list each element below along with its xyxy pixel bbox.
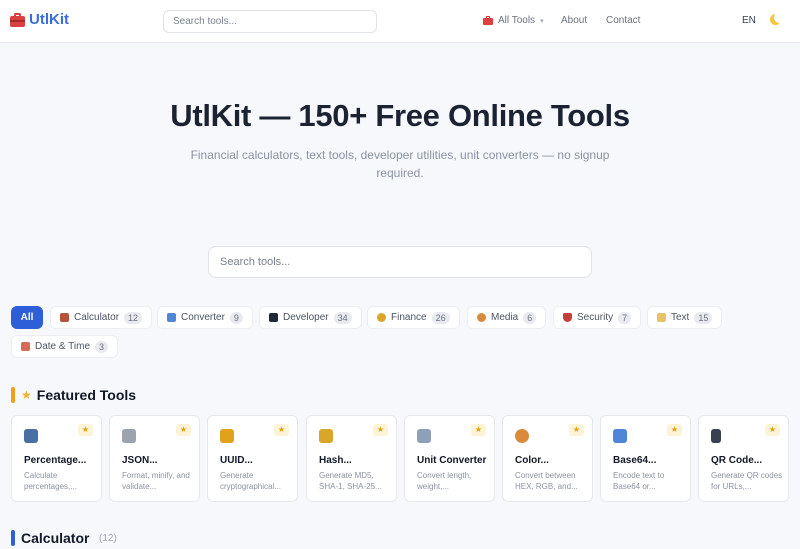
category-label: All: [20, 312, 34, 323]
tool-card-desc: Generate cryptographical...: [220, 471, 281, 491]
clipboard-icon: [122, 429, 136, 443]
favorite-star-icon[interactable]: ★: [78, 424, 93, 436]
tool-card-title: UUID...: [220, 455, 253, 466]
category-label: Media: [491, 312, 519, 323]
category-label: Converter: [181, 312, 225, 323]
tool-card-desc: Generate MD5, SHA-1, SHA-25...: [319, 471, 382, 491]
phone-icon: [711, 429, 721, 443]
category-label: Developer: [283, 312, 329, 323]
site-header: UtlKit All Tools ▾ About Contact EN: [0, 0, 800, 43]
category-media[interactable]: Media 6: [467, 306, 547, 329]
tool-card-title: JSON...: [122, 455, 158, 466]
logo-text: UtlKit: [29, 11, 69, 28]
laptop-icon: [269, 313, 278, 322]
chevron-down-icon: ▾: [540, 17, 544, 25]
palette-icon: [515, 429, 529, 443]
tool-card-title: Hash...: [319, 455, 352, 466]
category-count: 9: [229, 311, 243, 324]
logo[interactable]: UtlKit: [10, 11, 69, 28]
money-bag-icon: [377, 313, 386, 322]
category-label: Finance: [391, 312, 427, 323]
category-label: Text: [671, 312, 690, 323]
favorite-star-icon[interactable]: ★: [667, 424, 682, 436]
header-search-input[interactable]: [163, 10, 377, 33]
favorite-star-icon[interactable]: ★: [765, 424, 780, 436]
category-count: 6: [523, 311, 537, 324]
lock-icon: [319, 429, 333, 443]
shield-icon: [563, 313, 572, 322]
memo-icon: [657, 313, 666, 322]
category-converter[interactable]: Converter 9: [157, 306, 253, 329]
language-switch[interactable]: EN: [742, 15, 756, 26]
tool-card-title: Unit Converter: [417, 455, 487, 466]
tool-card[interactable]: ★ Hash... Generate MD5, SHA-1, SHA-25...: [306, 415, 397, 502]
category-date-time[interactable]: Date & Time 3: [11, 335, 119, 358]
page-title: UtlKit — 150+ Free Online Tools: [170, 98, 630, 133]
tool-card-desc: Convert between HEX, RGB, and...: [515, 471, 578, 491]
calculator-icon: [24, 429, 38, 443]
refresh-icon: [613, 429, 627, 443]
calendar-icon: [21, 342, 30, 351]
category-label: Calculator: [74, 312, 120, 323]
tool-card-desc: Calculate percentages,...: [24, 471, 77, 491]
toolbox-icon: [483, 16, 493, 25]
category-label: Date & Time: [35, 341, 91, 352]
calculator-heading: Calculator: [21, 530, 89, 546]
star-icon: ★: [21, 388, 32, 402]
favorite-star-icon[interactable]: ★: [274, 424, 289, 436]
category-label: Security: [577, 312, 614, 323]
category-text[interactable]: Text 15: [647, 306, 723, 329]
tool-card-title: Base64...: [613, 455, 657, 466]
moon-icon[interactable]: [770, 14, 781, 25]
category-count: 7: [618, 311, 632, 324]
tool-card-desc: Convert length, weight,...: [417, 471, 472, 491]
category-all[interactable]: All: [11, 306, 43, 329]
calculator-title: Calculator: [21, 530, 90, 546]
nav-about[interactable]: About: [561, 15, 587, 26]
nav-all-tools-label: All Tools: [498, 15, 536, 26]
palette-icon: [477, 313, 486, 322]
toolbox-icon: [10, 12, 25, 27]
tool-card[interactable]: ★ JSON... Format, minify, and validate..…: [109, 415, 200, 502]
ruler-icon: [417, 429, 431, 443]
refresh-icon: [167, 313, 176, 322]
nav-contact[interactable]: Contact: [606, 15, 640, 26]
featured-title: Featured Tools: [36, 387, 137, 403]
tool-card[interactable]: ★ Unit Converter Convert length, weight,…: [404, 415, 495, 502]
category-count: 34: [333, 311, 352, 324]
tool-card-desc: Format, minify, and validate...: [122, 471, 190, 491]
tool-card[interactable]: ★ UUID... Generate cryptographical...: [207, 415, 298, 502]
tool-card-title: Color...: [515, 455, 549, 466]
favorite-star-icon[interactable]: ★: [569, 424, 584, 436]
favorite-star-icon[interactable]: ★: [176, 424, 191, 436]
section-accent-bar: [11, 530, 15, 546]
abacus-icon: [60, 313, 69, 322]
tool-card-desc: Encode text to Base64 or...: [613, 471, 665, 491]
category-calculator[interactable]: Calculator 12: [50, 306, 153, 329]
tool-card[interactable]: ★ Base64... Encode text to Base64 or...: [600, 415, 691, 502]
tool-card[interactable]: ★ Color... Convert between HEX, RGB, and…: [502, 415, 593, 502]
main-search-input[interactable]: [208, 246, 592, 278]
key-icon: [220, 429, 234, 443]
tool-card[interactable]: ★ QR Code... Generate QR codes for URLs,…: [698, 415, 789, 502]
category-security[interactable]: Security 7: [553, 306, 642, 329]
tool-card[interactable]: ★ Percentage... Calculate percentages,..…: [11, 415, 102, 502]
featured-heading: ★ Featured Tools: [21, 387, 136, 403]
category-count: 12: [124, 311, 143, 324]
favorite-star-icon[interactable]: ★: [471, 424, 486, 436]
category-count: 26: [431, 311, 450, 324]
page-subtitle: Financial calculators, text tools, devel…: [190, 148, 610, 180]
favorite-star-icon[interactable]: ★: [373, 424, 388, 436]
category-count: 15: [694, 311, 713, 324]
category-developer[interactable]: Developer 34: [259, 306, 362, 329]
category-finance[interactable]: Finance 26: [367, 306, 460, 329]
tool-card-title: Percentage...: [24, 455, 87, 466]
nav-all-tools[interactable]: All Tools ▾: [483, 15, 544, 26]
calculator-count: (12): [99, 533, 117, 544]
category-count: 3: [95, 340, 109, 353]
tool-card-title: QR Code...: [711, 455, 763, 466]
tool-card-desc: Generate QR codes for URLs,...: [711, 471, 783, 491]
section-accent-bar: [11, 387, 15, 403]
